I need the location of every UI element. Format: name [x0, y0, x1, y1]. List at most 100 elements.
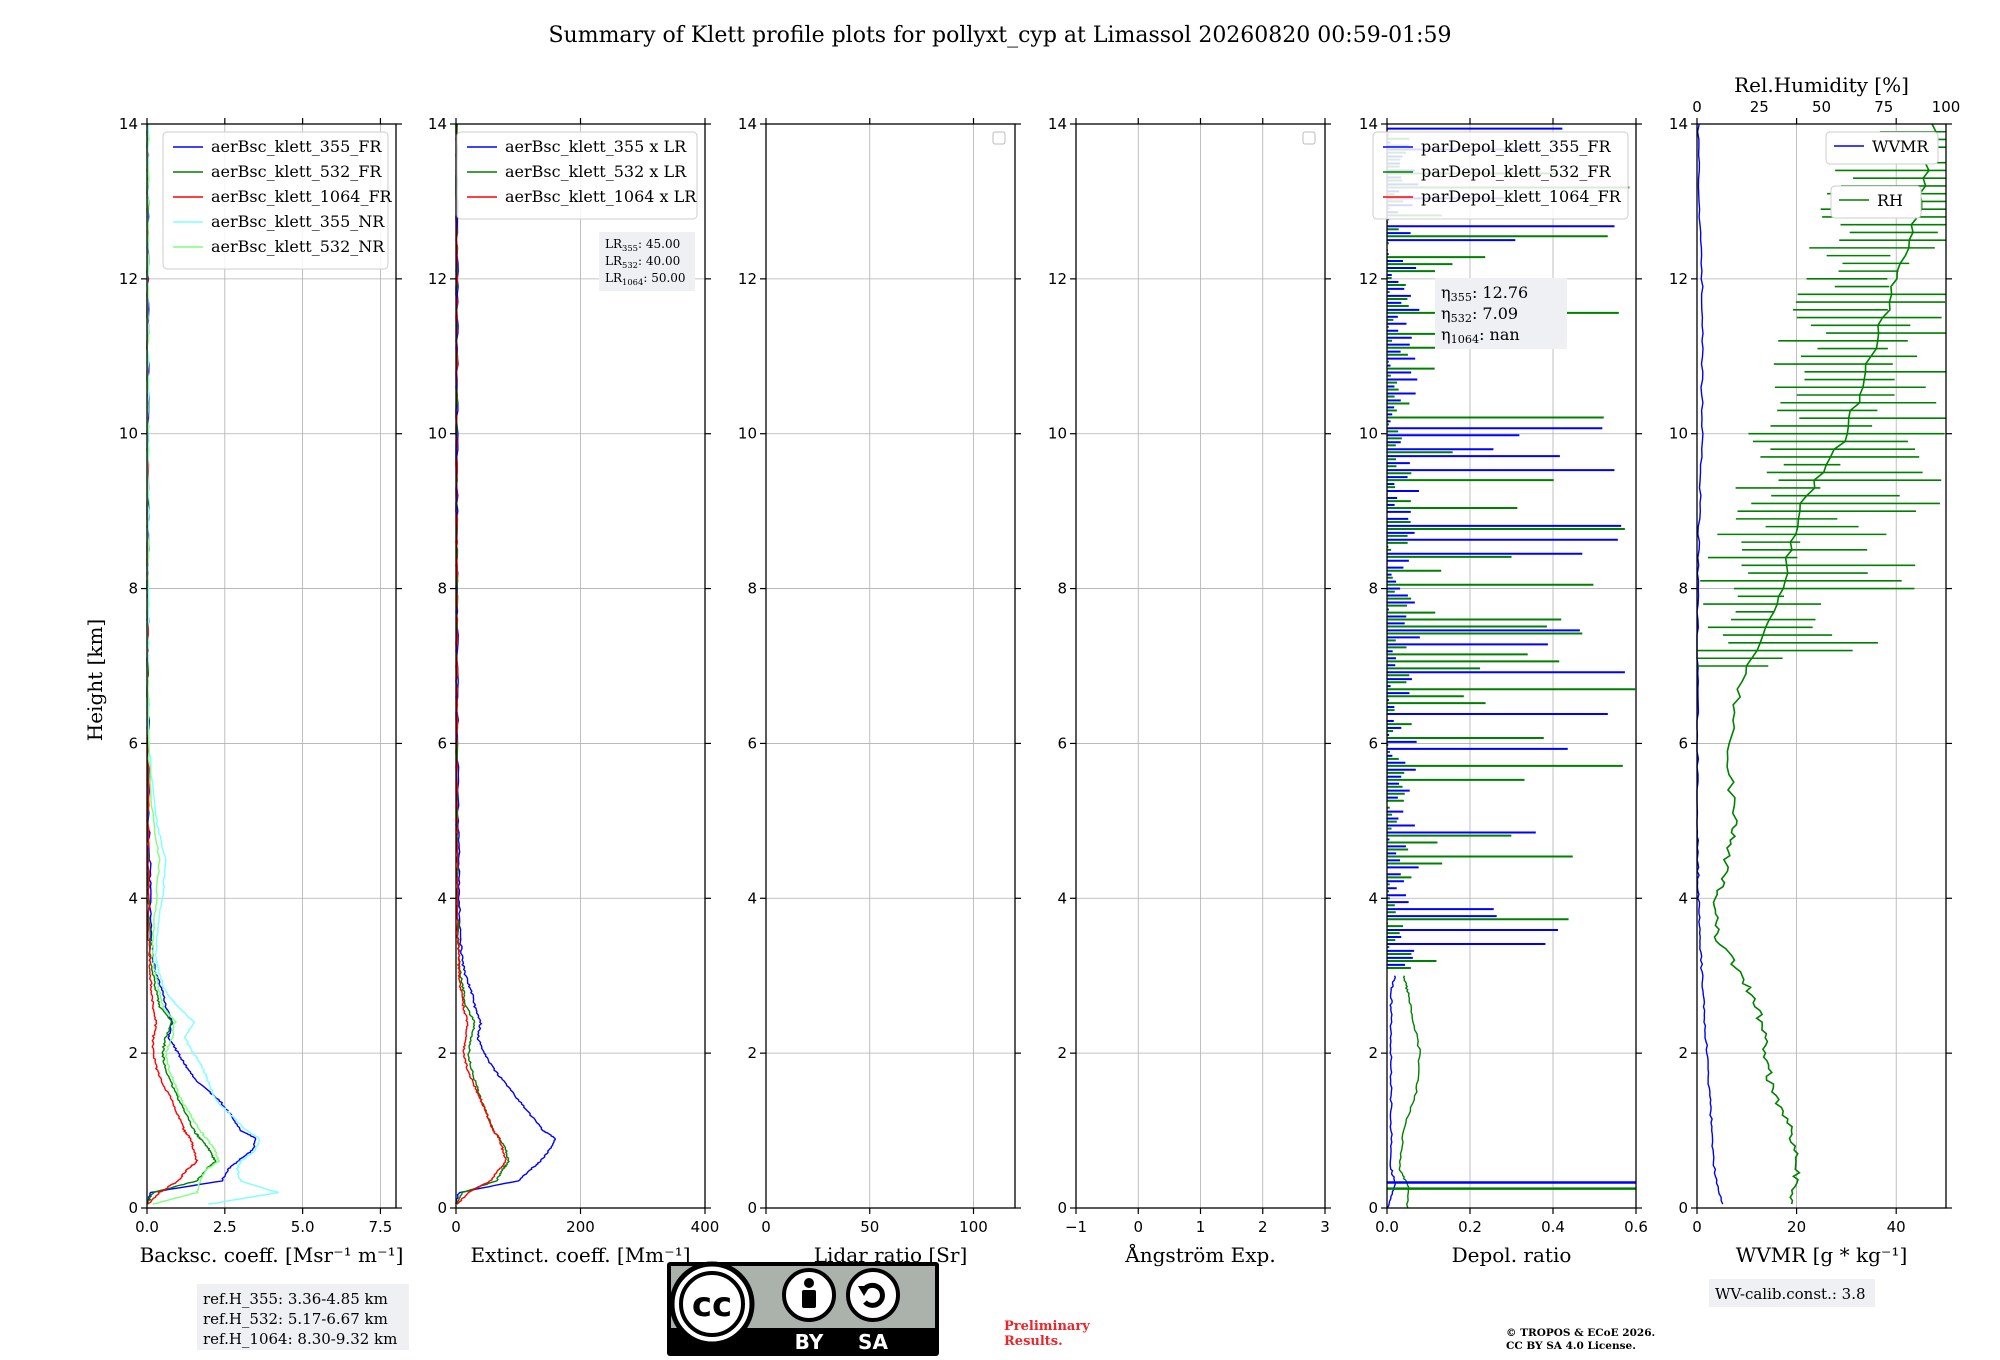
- preliminary-note: PreliminaryResults.: [1004, 1319, 1090, 1349]
- legend-label: RH: [1877, 191, 1903, 210]
- panel-backscatter: 0 2 4 6 8 10 12 14 0.0 2.5 5.0 7.5 Backsc. coeff. [M…: [119, 115, 409, 1350]
- by-icon-body: [802, 1290, 816, 1308]
- y-tick-label: 12: [738, 270, 757, 288]
- y-tick-label: 8: [1057, 580, 1067, 598]
- x-tick-label: 3: [1320, 1218, 1330, 1236]
- preliminary-line: Results.: [1004, 1334, 1063, 1349]
- x-tick-label: 0.2: [1458, 1218, 1482, 1236]
- x-axis-label: Ångström Exp.: [1124, 1242, 1275, 1267]
- x-tick-label: 20: [1787, 1218, 1806, 1236]
- y-tick-label: 12: [1048, 270, 1067, 288]
- legend-label: parDepol_klett_1064_FR: [1421, 187, 1622, 206]
- y-tick-label: 0: [1678, 1199, 1688, 1217]
- series-line: [1696, 123, 1724, 1205]
- y-tick-label: 8: [128, 580, 138, 598]
- panel-angstrom: 02468101214−1 0 1 2 3Ångström Exp.: [1048, 115, 1331, 1267]
- info-box-line: LR1064: 50.00: [605, 271, 686, 287]
- y-tick-label: 6: [747, 734, 757, 752]
- eta-box: η355: 12.76η532: 7.09η1064: nan: [1435, 278, 1567, 349]
- y-tick-label: 12: [1359, 270, 1378, 288]
- lr-box: LR355: 45.00LR532: 40.00LR1064: 50.00: [599, 232, 695, 291]
- series-line: [146, 123, 279, 1205]
- x-tick-label: 200: [566, 1218, 595, 1236]
- y-tick-label: 8: [1678, 580, 1688, 598]
- sa-icon: [846, 1268, 900, 1322]
- legend-label: parDepol_klett_355_FR: [1421, 137, 1612, 156]
- legend-label: aerBsc_klett_1064 x LR: [505, 187, 697, 206]
- y-tick-label: 10: [738, 425, 757, 443]
- y-tick-label: 14: [119, 115, 138, 133]
- info-box-line: ref.H_1064: 8.30-9.32 km: [203, 1330, 397, 1348]
- x-tick-label: 400: [691, 1218, 720, 1236]
- copyright-line: CC BY SA 4.0 License.: [1506, 1340, 1636, 1352]
- legend-label: aerBsc_klett_1064_FR: [211, 187, 393, 206]
- x-tick-label: 0: [1692, 1218, 1702, 1236]
- grid: [766, 124, 1015, 1208]
- grid: [147, 124, 396, 1208]
- series-line: [1398, 975, 1421, 1209]
- series-group: [1696, 123, 1946, 1205]
- legend-label: WVMR: [1872, 137, 1929, 156]
- x-tick-label: 50: [860, 1218, 879, 1236]
- x-axis-label: Depol. ratio: [1452, 1243, 1572, 1267]
- y-tick-label: 14: [1048, 115, 1067, 133]
- x-tick-label: 0.6: [1624, 1218, 1648, 1236]
- y-tick-label: 6: [1368, 734, 1378, 752]
- y-tick-label: 8: [1368, 580, 1378, 598]
- y-tick-label: 10: [1359, 425, 1378, 443]
- y-tick-label: 14: [1669, 115, 1688, 133]
- info-box-line: LR355: 45.00: [605, 237, 680, 253]
- series-line: [1386, 975, 1397, 1209]
- top-axis-label: Rel.Humidity [%]: [1734, 73, 1909, 97]
- y-tick-label: 0: [128, 1199, 138, 1217]
- x-axis-label: Backsc. coeff. [Msr⁻¹ m⁻¹]: [140, 1243, 404, 1267]
- legend-label: aerBsc_klett_355 x LR: [505, 137, 687, 156]
- y-tick-label: 2: [1678, 1044, 1688, 1062]
- series-line: [455, 123, 557, 1205]
- legend: parDepol_klett_355_FR parDepol_klett_532_…: [1372, 131, 1629, 220]
- empty-legend-box: [1302, 131, 1316, 145]
- copyright-note: © TROPOS & ECoE 2026.CC BY SA 4.0 Licens…: [1506, 1327, 1655, 1352]
- y-tick-label: 14: [738, 115, 757, 133]
- x-tick-label: 0: [1133, 1218, 1143, 1236]
- info-box-line: ref.H_532: 5.17-6.67 km: [203, 1310, 388, 1328]
- cc-glyph: cc: [692, 1285, 732, 1325]
- panel-wvmr: 024681012140 20 40WVMR [g * kg⁻¹]Rel.Humid…: [1669, 73, 1960, 1307]
- x-tick-label: 0.0: [135, 1218, 159, 1236]
- legend-label: aerBsc_klett_355_FR: [211, 137, 382, 156]
- license-badge: cc BY SA: [667, 1261, 939, 1356]
- y-tick-label: 14: [1359, 115, 1378, 133]
- x-tick-label: 2.5: [213, 1218, 237, 1236]
- axes-frame: [146, 123, 397, 1209]
- legend-label: aerBsc_klett_532_NR: [211, 237, 385, 256]
- info-box-line: WV-calib.const.: 3.8: [1715, 1285, 1866, 1303]
- x-tick-label: 0.0: [1375, 1218, 1399, 1236]
- y-tick-label: 2: [1057, 1044, 1067, 1062]
- badge-by-label: BY: [795, 1330, 824, 1354]
- legend-wvmr: WVMR: [1825, 131, 1939, 165]
- by-icon-head: [804, 1278, 814, 1288]
- y-tick-label: 6: [128, 734, 138, 752]
- y-tick-label: 4: [128, 889, 138, 907]
- legend-label: aerBsc_klett_532_FR: [211, 162, 382, 181]
- y-tick-label: 2: [1368, 1044, 1378, 1062]
- legend-frame: [1830, 185, 1922, 219]
- legend: aerBsc_klett_355 x LR aerBsc_klett_532 x …: [456, 131, 698, 220]
- panels: 024681012140.0 2.5 5.0 7.5Backsc. coeff. [M…: [119, 73, 1960, 1350]
- y-tick-label: 14: [428, 115, 447, 133]
- badge-sa-label: SA: [858, 1330, 888, 1354]
- y-tick-label: 12: [1669, 270, 1688, 288]
- legend-rh: RH: [1830, 185, 1922, 219]
- series-line: [146, 123, 257, 1205]
- y-tick-label: 10: [119, 425, 138, 443]
- x-tick-label: 100: [959, 1218, 988, 1236]
- series-line: [455, 123, 510, 1205]
- y-ticks: 0 2 4 6 8 10 12 14: [119, 115, 402, 1217]
- y-tick-label: 6: [1678, 734, 1688, 752]
- y-ticks: 0 2 4 6 8 10 12 14: [1048, 115, 1331, 1217]
- x-tick-label: 5.0: [291, 1218, 315, 1236]
- x-ticks: −1 0 1 2 3: [1065, 118, 1330, 1236]
- y-tick-label: 6: [1057, 734, 1067, 752]
- y-tick-label: 4: [437, 889, 447, 907]
- y-tick-label: 10: [428, 425, 447, 443]
